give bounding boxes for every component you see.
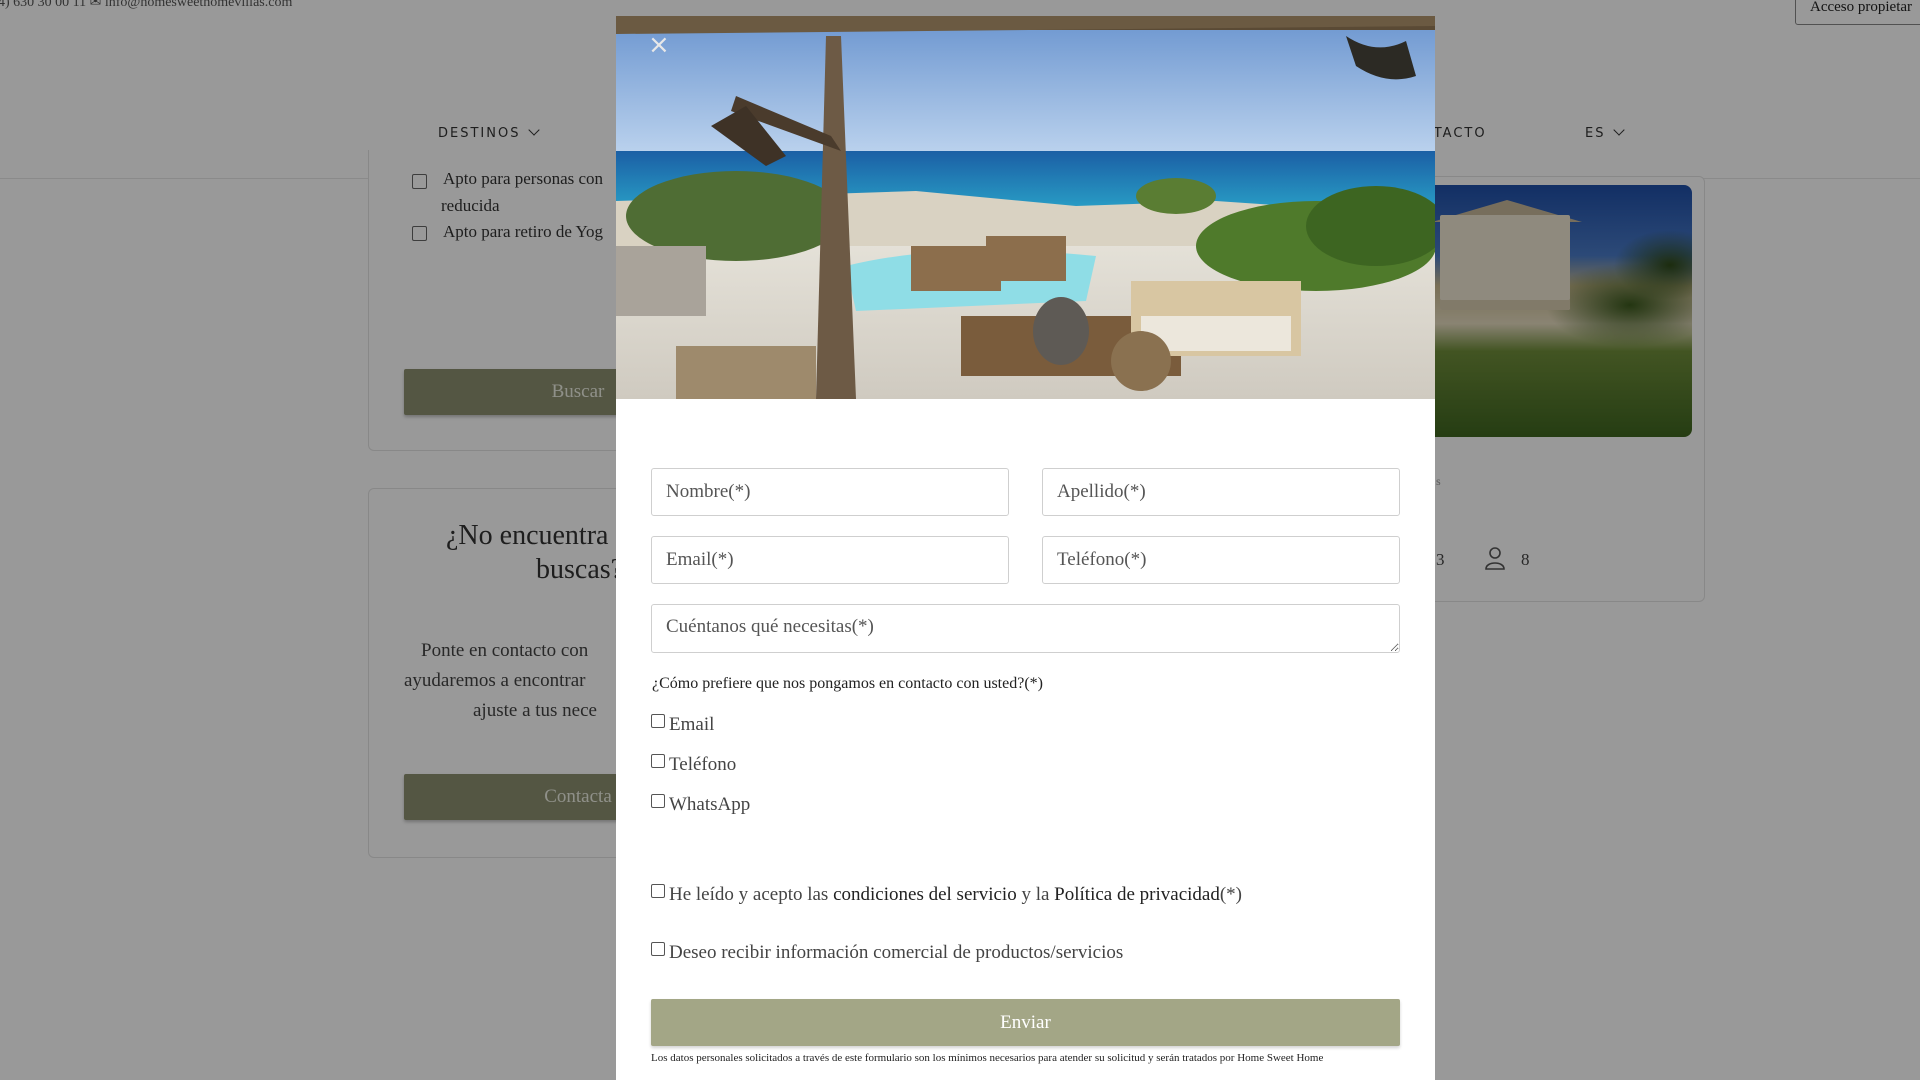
submit-button[interactable]: Enviar [651,999,1400,1046]
first-name-input[interactable] [651,468,1009,516]
contact-option-whatsapp[interactable]: WhatsApp [651,794,750,816]
last-name-input[interactable] [1042,468,1400,516]
option-label: Teléfono [669,754,737,775]
contact-modal: × ¿Cómo prefiere que nos pongamos en con… [616,16,1435,1080]
checkbox[interactable] [651,884,665,898]
contact-option-email[interactable]: Email [651,714,714,736]
checkbox[interactable] [651,754,665,768]
checkbox[interactable] [651,794,665,808]
terms-consent[interactable]: He leído y acepto las condiciones del se… [651,884,1242,906]
hero-image: × [616,16,1435,399]
terrace-pool-illustration [616,16,1435,399]
option-label: Email [669,714,715,735]
legal-notice: Los datos personales solicitados a travé… [651,1052,1324,1064]
message-textarea[interactable] [651,604,1400,653]
option-label: WhatsApp [669,794,751,815]
email-input[interactable] [651,536,1009,584]
contact-option-phone[interactable]: Teléfono [651,754,736,776]
close-icon[interactable]: × [648,30,670,60]
phone-input[interactable] [1042,536,1400,584]
service-conditions-link[interactable]: condiciones del servicio [833,884,1017,905]
checkbox[interactable] [651,942,665,956]
terms-middle: y la [1016,884,1055,905]
terms-suffix: (*) [1219,884,1242,905]
marketing-label: Deseo recibir información comercial de p… [669,942,1124,963]
privacy-policy-link[interactable]: Política de privacidad [1054,884,1220,905]
marketing-consent[interactable]: Deseo recibir información comercial de p… [651,942,1123,964]
contact-preference-question: ¿Cómo prefiere que nos pongamos en conta… [652,675,1043,692]
checkbox[interactable] [651,714,665,728]
terms-prefix: He leído y acepto las [669,884,834,905]
